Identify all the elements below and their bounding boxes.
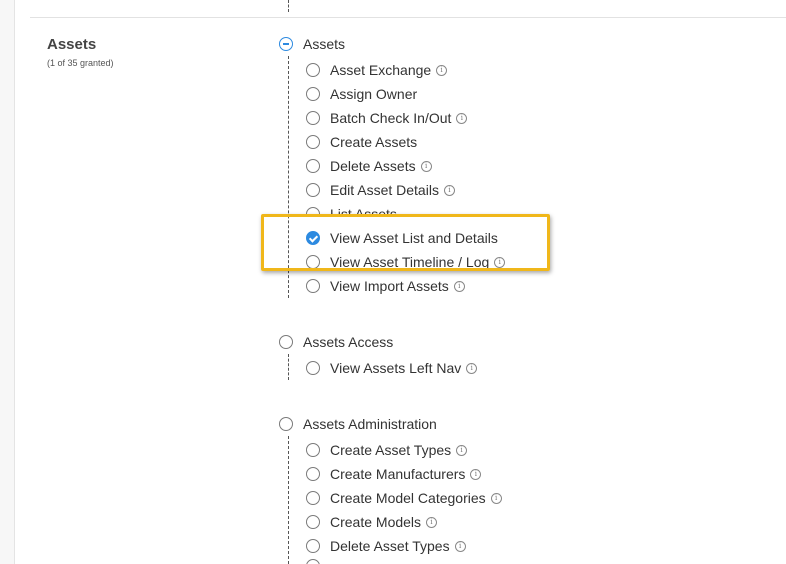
permission-item[interactable]: View Assets Left Nav i (306, 357, 478, 379)
permission-label: Create Models (330, 514, 422, 530)
section-divider (30, 17, 786, 18)
info-icon[interactable]: i (426, 516, 438, 528)
info-icon[interactable]: i (443, 184, 455, 196)
group-label: Assets Access (303, 334, 394, 350)
radio-button[interactable] (306, 361, 320, 375)
radio-button[interactable] (279, 335, 293, 349)
radio-button[interactable] (306, 63, 320, 77)
permission-label: Delete Assets (330, 158, 416, 174)
radio-button[interactable] (306, 207, 320, 214)
tree-connector (288, 436, 289, 564)
permission-item[interactable]: Delete Assets i (306, 155, 432, 177)
radio-button[interactable] (306, 183, 320, 197)
permission-item[interactable]: Assign Owner (306, 83, 417, 105)
permission-label: Create Manufacturers (330, 466, 466, 482)
info-icon[interactable]: i (456, 112, 468, 124)
radio-button[interactable] (306, 559, 320, 564)
radio-button[interactable] (306, 467, 320, 481)
radio-button[interactable] (306, 87, 320, 101)
radio-button[interactable] (306, 539, 320, 553)
tree-connector (288, 0, 289, 12)
permission-label: Delete Asset Types (330, 538, 450, 554)
permission-item-partial[interactable] (306, 559, 320, 564)
group-assets[interactable]: Assets (279, 33, 345, 55)
radio-button[interactable] (306, 443, 320, 457)
group-label: Assets Administration (303, 416, 437, 432)
permission-item[interactable]: Create Assets (306, 131, 417, 153)
permission-item[interactable]: Create Asset Types i (306, 439, 468, 461)
permission-item[interactable]: Create Manufacturers i (306, 463, 482, 485)
permission-label: Create Asset Types (330, 442, 452, 458)
group-assets-access[interactable]: Assets Access (279, 331, 393, 353)
permission-item[interactable]: Delete Asset Types i (306, 535, 466, 557)
highlight-callout (261, 214, 550, 271)
info-icon[interactable]: i (466, 362, 478, 374)
info-icon[interactable]: i (420, 160, 432, 172)
info-icon[interactable]: i (453, 280, 465, 292)
permission-item[interactable]: Batch Check In/Out i (306, 107, 468, 129)
permission-label: View Assets Left Nav (330, 360, 462, 376)
permission-label: Create Model Categories (330, 490, 486, 506)
permission-item[interactable]: Create Models i (306, 511, 438, 533)
permission-label: View Import Assets (330, 278, 449, 294)
permission-label: Asset Exchange (330, 62, 432, 78)
section-title-assets: Assets (47, 36, 97, 53)
permission-label: Create Assets (330, 134, 418, 150)
section-granted-count: (1 of 35 granted) (47, 58, 114, 68)
permission-label: List Assets (330, 206, 397, 214)
collapse-minus-icon[interactable] (279, 37, 293, 51)
info-icon[interactable]: i (470, 468, 482, 480)
permission-label: Assign Owner (330, 86, 418, 102)
radio-button[interactable] (306, 159, 320, 173)
info-icon[interactable]: i (454, 540, 466, 552)
group-assets-administration[interactable]: Assets Administration (279, 413, 437, 435)
permission-label: Edit Asset Details (330, 182, 439, 198)
permission-item[interactable]: Create Model Categories i (306, 487, 502, 509)
radio-button[interactable] (306, 515, 320, 529)
tree-connector (288, 354, 289, 380)
radio-button[interactable] (306, 135, 320, 149)
permission-item[interactable]: View Import Assets i (306, 275, 465, 297)
info-icon[interactable]: i (490, 492, 502, 504)
group-label: Assets (303, 36, 346, 52)
info-icon[interactable]: i (436, 64, 448, 76)
info-icon[interactable]: i (456, 444, 468, 456)
radio-button[interactable] (306, 111, 320, 125)
radio-button[interactable] (279, 417, 293, 431)
permission-label: Batch Check In/Out (330, 110, 452, 126)
permission-item[interactable]: List Assets (306, 203, 397, 214)
permission-item[interactable]: Asset Exchange i (306, 59, 448, 81)
radio-button[interactable] (306, 279, 320, 293)
permission-item[interactable]: Edit Asset Details i (306, 179, 455, 201)
radio-button[interactable] (306, 491, 320, 505)
